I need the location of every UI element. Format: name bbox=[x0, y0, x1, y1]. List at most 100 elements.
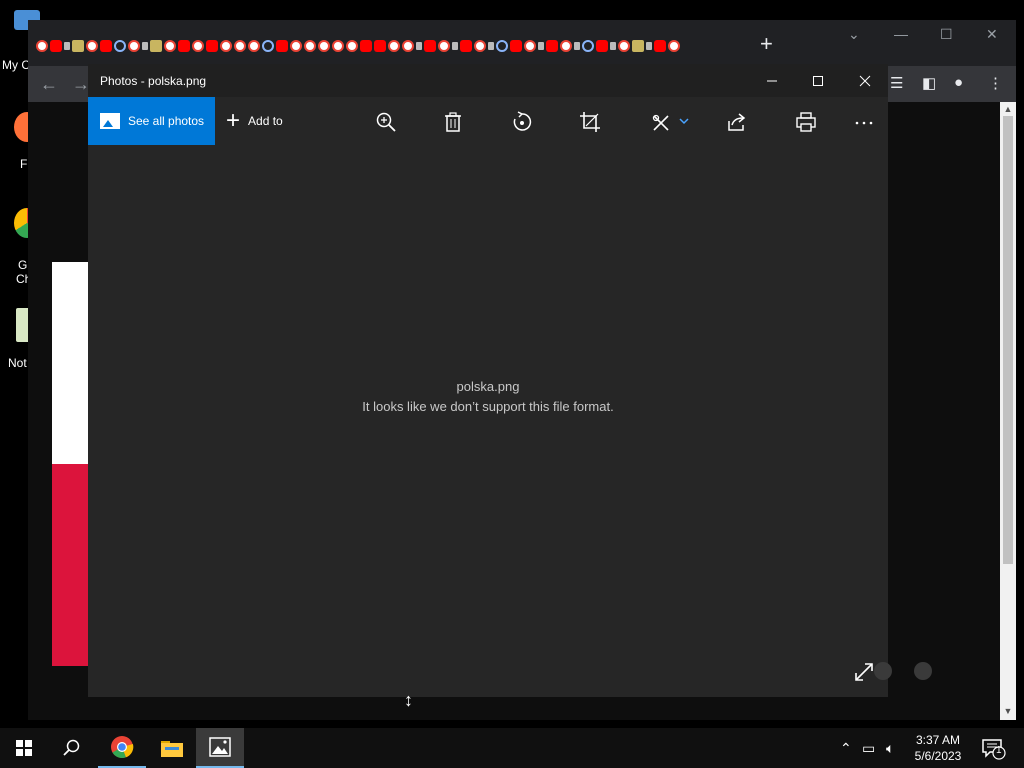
tab-favicon-icon[interactable] bbox=[574, 42, 580, 50]
tab-favicon-icon[interactable] bbox=[582, 40, 594, 52]
start-button[interactable] bbox=[0, 728, 48, 768]
add-to-button[interactable]: + Add to bbox=[226, 97, 283, 145]
tab-favicon-icon[interactable] bbox=[424, 40, 436, 52]
share-button[interactable] bbox=[726, 111, 748, 133]
tab-favicon-icon[interactable] bbox=[360, 40, 372, 52]
tab-favicons-row[interactable] bbox=[36, 36, 680, 56]
volume-icon[interactable]: 🔈︎ bbox=[886, 740, 894, 757]
tab-favicon-icon[interactable] bbox=[618, 40, 630, 52]
tab-favicon-icon[interactable] bbox=[64, 42, 70, 50]
scroll-up-arrow-icon[interactable]: ▲ bbox=[1003, 104, 1013, 114]
tab-favicon-icon[interactable] bbox=[632, 40, 644, 52]
tab-favicon-icon[interactable] bbox=[416, 42, 422, 50]
chrome-maximize-button[interactable]: ☐ bbox=[940, 26, 953, 43]
nav-dot-2 bbox=[914, 662, 932, 680]
tab-favicon-icon[interactable] bbox=[596, 40, 608, 52]
tab-favicon-icon[interactable] bbox=[546, 40, 558, 52]
tab-favicon-icon[interactable] bbox=[192, 40, 204, 52]
tab-favicon-icon[interactable] bbox=[668, 40, 680, 52]
tab-favicon-icon[interactable] bbox=[100, 40, 112, 52]
tab-favicon-icon[interactable] bbox=[524, 40, 536, 52]
tab-favicon-icon[interactable] bbox=[276, 40, 288, 52]
photos-close-button[interactable] bbox=[842, 64, 888, 97]
chrome-minimize-button[interactable]: — bbox=[894, 26, 908, 42]
tab-favicon-icon[interactable] bbox=[332, 40, 344, 52]
desktop-icon-label: F bbox=[20, 157, 28, 171]
taskbar-photos[interactable] bbox=[196, 728, 244, 768]
rotate-button[interactable] bbox=[511, 111, 533, 133]
tab-favicon-icon[interactable] bbox=[402, 40, 414, 52]
desktop-icon-notepad[interactable]: Not bbox=[0, 308, 34, 370]
scroll-down-arrow-icon[interactable]: ▼ bbox=[1003, 706, 1013, 716]
back-arrow-icon[interactable]: ← bbox=[40, 74, 58, 95]
printer-icon bbox=[796, 112, 816, 132]
tab-favicon-icon[interactable] bbox=[560, 40, 572, 52]
action-center-button[interactable]: 1 bbox=[982, 738, 1006, 765]
edit-create-button[interactable] bbox=[651, 111, 691, 133]
tab-search-chevron-icon[interactable]: ⌄ bbox=[848, 26, 860, 43]
tab-favicon-icon[interactable] bbox=[388, 40, 400, 52]
desktop-icon-my-computer[interactable]: My C bbox=[0, 10, 40, 72]
tab-favicon-icon[interactable] bbox=[610, 42, 616, 50]
taskbar-chrome[interactable] bbox=[98, 728, 146, 768]
see-all-photos-button[interactable]: See all photos bbox=[88, 97, 215, 145]
reading-list-icon[interactable]: ☰ bbox=[890, 74, 903, 92]
taskbar-file-explorer[interactable] bbox=[148, 728, 196, 768]
photos-minimize-button[interactable] bbox=[749, 64, 795, 97]
show-hidden-icons-chevron-icon[interactable]: ⌃ bbox=[840, 740, 852, 757]
crop-button[interactable] bbox=[579, 111, 601, 133]
tab-favicon-icon[interactable] bbox=[234, 40, 246, 52]
close-icon bbox=[859, 75, 871, 86]
tab-favicon-icon[interactable] bbox=[72, 40, 84, 52]
tab-favicon-icon[interactable] bbox=[474, 40, 486, 52]
tab-favicon-icon[interactable] bbox=[150, 40, 162, 52]
tab-favicon-icon[interactable] bbox=[50, 40, 62, 52]
delete-button[interactable] bbox=[442, 111, 464, 133]
zoom-button[interactable] bbox=[375, 111, 397, 133]
tab-favicon-icon[interactable] bbox=[460, 40, 472, 52]
tab-favicon-icon[interactable] bbox=[86, 40, 98, 52]
tab-favicon-icon[interactable] bbox=[178, 40, 190, 52]
tab-favicon-icon[interactable] bbox=[206, 40, 218, 52]
flag-red-band bbox=[52, 464, 90, 666]
side-panel-icon[interactable]: ◧ bbox=[922, 74, 936, 92]
tab-favicon-icon[interactable] bbox=[488, 42, 494, 50]
tab-favicon-icon[interactable] bbox=[318, 40, 330, 52]
scrollbar-thumb[interactable] bbox=[1003, 116, 1013, 564]
desktop-icon-chrome[interactable]: G Ch bbox=[0, 208, 40, 286]
search-button[interactable] bbox=[48, 728, 96, 768]
tab-favicon-icon[interactable] bbox=[220, 40, 232, 52]
photos-maximize-button[interactable] bbox=[795, 64, 841, 97]
photos-title-bar[interactable]: Photos - polska.png bbox=[88, 64, 888, 97]
tab-favicon-icon[interactable] bbox=[452, 42, 458, 50]
taskbar: ⌃ ▭ 🔈︎ 3:37 AM 5/6/2023 1 bbox=[0, 728, 1024, 768]
page-scrollbar[interactable]: ▲ ▼ bbox=[1000, 102, 1016, 720]
full-screen-button[interactable] bbox=[854, 662, 874, 687]
system-clock[interactable]: 3:37 AM 5/6/2023 bbox=[910, 732, 966, 764]
tab-favicon-icon[interactable] bbox=[142, 42, 148, 50]
tab-favicon-icon[interactable] bbox=[438, 40, 450, 52]
tab-favicon-icon[interactable] bbox=[374, 40, 386, 52]
tab-favicon-icon[interactable] bbox=[346, 40, 358, 52]
tab-favicon-icon[interactable] bbox=[164, 40, 176, 52]
chrome-close-button[interactable]: ✕ bbox=[986, 26, 998, 43]
profile-avatar-icon[interactable]: ● bbox=[954, 74, 963, 91]
new-tab-button[interactable]: + bbox=[760, 33, 773, 55]
desktop-icon-firefox[interactable]: F bbox=[0, 112, 40, 171]
tab-favicon-icon[interactable] bbox=[128, 40, 140, 52]
tab-favicon-icon[interactable] bbox=[646, 42, 652, 50]
tab-favicon-icon[interactable] bbox=[290, 40, 302, 52]
print-button[interactable] bbox=[795, 111, 817, 133]
tab-favicon-icon[interactable] bbox=[262, 40, 274, 52]
tab-favicon-icon[interactable] bbox=[36, 40, 48, 52]
tab-favicon-icon[interactable] bbox=[304, 40, 316, 52]
tab-favicon-icon[interactable] bbox=[496, 40, 508, 52]
tab-favicon-icon[interactable] bbox=[114, 40, 126, 52]
tab-favicon-icon[interactable] bbox=[248, 40, 260, 52]
tab-favicon-icon[interactable] bbox=[654, 40, 666, 52]
network-icon[interactable]: ▭ bbox=[862, 740, 875, 757]
more-options-button[interactable] bbox=[853, 111, 875, 133]
tab-favicon-icon[interactable] bbox=[510, 40, 522, 52]
tab-favicon-icon[interactable] bbox=[538, 42, 544, 50]
chrome-menu-icon[interactable]: ⋮ bbox=[988, 74, 1003, 92]
